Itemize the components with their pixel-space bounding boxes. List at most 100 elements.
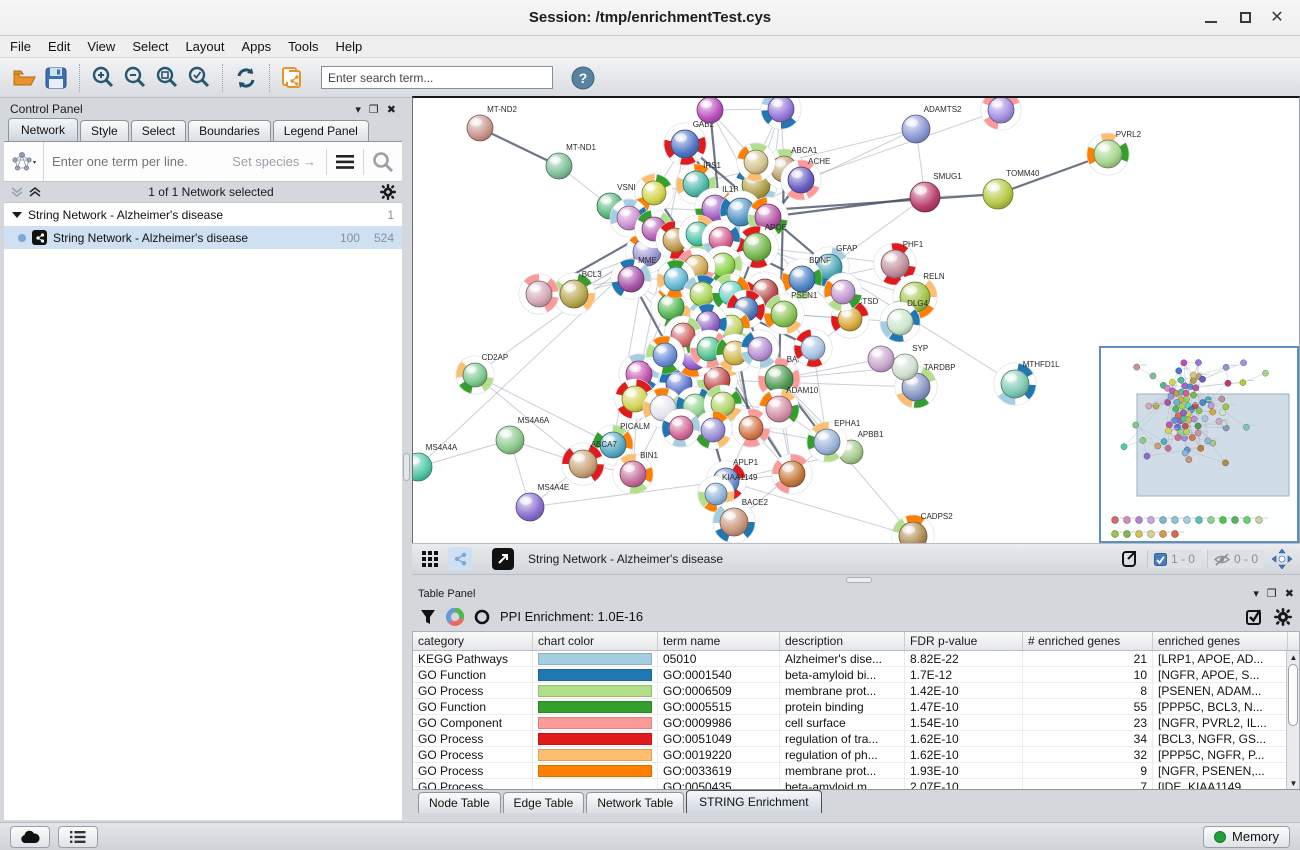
birdseye-view[interactable] bbox=[1099, 346, 1299, 543]
tab-legend-panel[interactable]: Legend Panel bbox=[273, 120, 369, 141]
network-node-ms4a4e[interactable]: MS4A4E bbox=[516, 483, 569, 521]
network-node-tomm40[interactable]: TOMM40 bbox=[983, 169, 1040, 209]
query-options-button[interactable] bbox=[327, 146, 363, 178]
zoom-in-button[interactable] bbox=[87, 62, 119, 94]
network-node-ms4a6a[interactable]: MS4A6A bbox=[496, 416, 550, 454]
menu-view[interactable]: View bbox=[87, 39, 115, 54]
save-session-button[interactable] bbox=[40, 62, 72, 94]
table-row[interactable]: GO ProcessGO:0033619membrane prot...1.93… bbox=[413, 763, 1299, 779]
network-node[interactable] bbox=[697, 98, 723, 123]
help-button[interactable]: ? bbox=[567, 62, 599, 94]
column-header--enriched-genes[interactable]: # enriched genes bbox=[1023, 632, 1153, 650]
tab-style[interactable]: Style bbox=[80, 120, 129, 141]
zoom-out-button[interactable] bbox=[119, 62, 151, 94]
table-row[interactable]: GO FunctionGO:0005515protein binding1.47… bbox=[413, 699, 1299, 715]
gear-icon[interactable] bbox=[380, 184, 396, 200]
tab-network-table[interactable]: Network Table bbox=[586, 792, 684, 813]
gear-icon[interactable] bbox=[1274, 608, 1292, 626]
network-node[interactable] bbox=[772, 454, 812, 494]
open-session-button[interactable] bbox=[8, 62, 40, 94]
navigate-button[interactable] bbox=[1270, 547, 1294, 571]
network-node[interactable] bbox=[737, 143, 775, 181]
network-node[interactable] bbox=[519, 274, 559, 314]
tab-edge-table[interactable]: Edge Table bbox=[503, 792, 585, 813]
network-node[interactable] bbox=[732, 409, 770, 447]
set-species-hint[interactable]: Set species → bbox=[232, 154, 316, 169]
maximize-button[interactable] bbox=[1232, 8, 1258, 28]
string-protein-query-button[interactable] bbox=[4, 142, 44, 181]
table-row[interactable]: GO ProcessGO:0019220regulation of ph...1… bbox=[413, 747, 1299, 763]
table-row[interactable]: GO FunctionGO:0001540beta-amyloid bi...1… bbox=[413, 667, 1299, 683]
expand-all-icon[interactable] bbox=[28, 186, 42, 198]
donut-chart-icon[interactable] bbox=[446, 608, 464, 626]
close-panel-icon[interactable]: ✖ bbox=[387, 103, 396, 116]
float-panel-icon[interactable]: ❐ bbox=[1267, 587, 1277, 600]
refresh-button[interactable] bbox=[230, 62, 262, 94]
ring-chart-icon[interactable] bbox=[474, 609, 490, 625]
horizontal-splitter[interactable] bbox=[412, 575, 1300, 585]
network-node-mt-nd2[interactable]: MT-ND2 bbox=[467, 105, 517, 141]
collapse-triangle-icon[interactable] bbox=[12, 211, 22, 219]
network-node-cadps2[interactable]: CADPS2 bbox=[892, 512, 953, 543]
task-list-button[interactable] bbox=[58, 826, 98, 848]
menu-help[interactable]: Help bbox=[336, 39, 363, 54]
share-view-button[interactable] bbox=[448, 547, 472, 571]
network-node-adamts2[interactable]: ADAMTS2 bbox=[902, 105, 962, 143]
network-node[interactable] bbox=[761, 98, 801, 129]
column-header-term-name[interactable]: term name bbox=[658, 632, 780, 650]
network-node-bcl3[interactable]: BCL3 bbox=[553, 270, 602, 315]
menu-layout[interactable]: Layout bbox=[185, 39, 224, 54]
network-node-pvrl2[interactable]: PVRL2 bbox=[1087, 130, 1142, 175]
tab-string-enrichment[interactable]: STRING Enrichment bbox=[686, 790, 821, 813]
close-button[interactable]: ✕ bbox=[1264, 8, 1290, 28]
scroll-up-arrow[interactable]: ▲ bbox=[1287, 651, 1299, 663]
export-view-button[interactable] bbox=[1117, 547, 1141, 571]
network-node-mthfd1l[interactable]: MTHFD1L bbox=[994, 360, 1060, 405]
zoom-selected-button[interactable] bbox=[183, 62, 215, 94]
scroll-thumb[interactable] bbox=[1288, 664, 1298, 726]
network-node-gab2[interactable]: GAB2 bbox=[664, 120, 715, 165]
network-node-smug1[interactable]: SMUG1 bbox=[910, 172, 962, 212]
network-node[interactable] bbox=[741, 330, 779, 368]
close-panel-icon[interactable]: ✖ bbox=[1285, 587, 1294, 600]
vertical-splitter[interactable] bbox=[402, 98, 412, 822]
filter-icon[interactable] bbox=[420, 609, 436, 625]
float-panel-icon[interactable]: ❐ bbox=[369, 103, 379, 116]
select-all-checkbox-icon[interactable] bbox=[1246, 608, 1264, 626]
network-node[interactable] bbox=[981, 98, 1021, 130]
search-input[interactable] bbox=[321, 66, 553, 89]
network-canvas[interactable]: MT-ND2MT-ND1VSNL1GAB2ADAMTS2PVRL2TOMM40S… bbox=[412, 96, 1300, 543]
tab-select[interactable]: Select bbox=[131, 120, 186, 141]
network-node[interactable] bbox=[824, 273, 862, 311]
menu-edit[interactable]: Edit bbox=[48, 39, 70, 54]
checkbox-icon[interactable] bbox=[1154, 553, 1167, 566]
cloud-button[interactable] bbox=[10, 826, 50, 848]
memory-button[interactable]: Memory bbox=[1203, 826, 1290, 848]
panel-menu-icon[interactable]: ▾ bbox=[355, 103, 361, 116]
network-node-dlg4[interactable]: DLG4 bbox=[880, 299, 929, 342]
network-node[interactable] bbox=[662, 409, 700, 447]
scroll-down-arrow[interactable]: ▼ bbox=[1287, 777, 1299, 789]
network-node[interactable] bbox=[646, 336, 684, 374]
tab-network[interactable]: Network bbox=[8, 118, 78, 141]
table-row[interactable]: GO ProcessGO:0050435beta-amyloid m...2.0… bbox=[413, 779, 1299, 789]
menu-tools[interactable]: Tools bbox=[288, 39, 318, 54]
grid-view-button[interactable] bbox=[418, 547, 442, 571]
table-scrollbar[interactable]: ▲ ▼ bbox=[1286, 651, 1299, 789]
detach-view-button[interactable] bbox=[492, 548, 514, 570]
collapse-all-icon[interactable] bbox=[10, 186, 24, 198]
splitter-handle[interactable] bbox=[403, 453, 410, 481]
table-row[interactable]: GO ProcessGO:0051049regulation of tra...… bbox=[413, 731, 1299, 747]
column-header-category[interactable]: category bbox=[413, 632, 533, 650]
zoom-fit-button[interactable] bbox=[151, 62, 183, 94]
table-row[interactable]: GO ComponentGO:0009986cell surface1.54E-… bbox=[413, 715, 1299, 731]
network-node[interactable] bbox=[868, 346, 894, 372]
eye-slash-icon[interactable] bbox=[1214, 553, 1230, 566]
menu-apps[interactable]: Apps bbox=[242, 39, 272, 54]
string-terms-input[interactable] bbox=[44, 153, 232, 170]
network-node-psen1[interactable]: PSEN1 bbox=[764, 291, 818, 334]
clone-network-button[interactable] bbox=[277, 62, 309, 94]
menu-file[interactable]: File bbox=[10, 39, 31, 54]
string-search-button[interactable] bbox=[364, 146, 402, 178]
network-collection-row[interactable]: String Network - Alzheimer's disease 1 bbox=[4, 203, 402, 226]
